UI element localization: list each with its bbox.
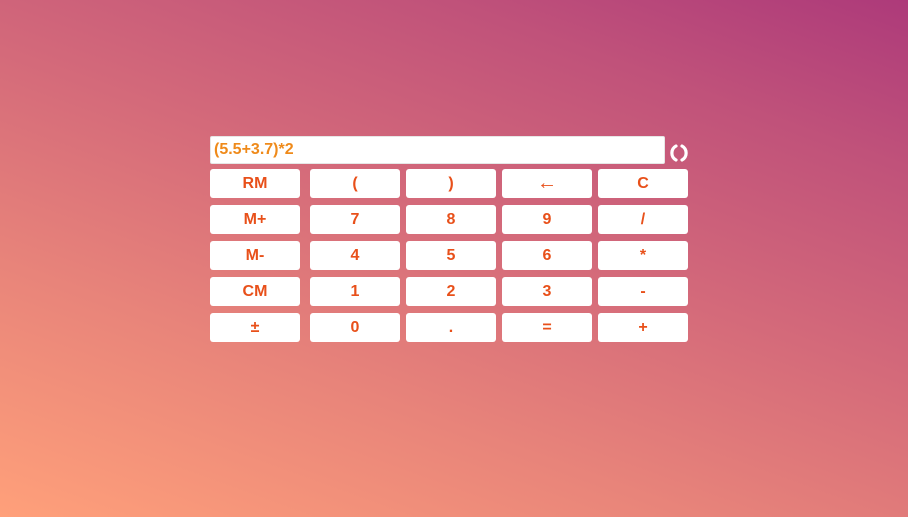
key-3[interactable]: 3	[502, 277, 592, 306]
calculator: RM ( ) ← C M+ 7 8 9 / M- 4 5 6 * CM 1 2 …	[210, 136, 688, 342]
key-clear[interactable]: C	[598, 169, 688, 198]
expression-display[interactable]	[210, 136, 665, 164]
key-8[interactable]: 8	[406, 205, 496, 234]
display-row	[210, 136, 688, 166]
key-4[interactable]: 4	[310, 241, 400, 270]
key-plus-minus[interactable]: ±	[210, 313, 300, 342]
key-memory-add[interactable]: M+	[210, 205, 300, 234]
key-6[interactable]: 6	[502, 241, 592, 270]
key-close-paren[interactable]: )	[406, 169, 496, 198]
key-multiply[interactable]: *	[598, 241, 688, 270]
key-5[interactable]: 5	[406, 241, 496, 270]
key-decimal[interactable]: .	[406, 313, 496, 342]
key-clear-memory[interactable]: CM	[210, 277, 300, 306]
key-2[interactable]: 2	[406, 277, 496, 306]
key-memory-subtract[interactable]: M-	[210, 241, 300, 270]
refresh-icon[interactable]	[668, 142, 690, 164]
key-0[interactable]: 0	[310, 313, 400, 342]
key-equals[interactable]: =	[502, 313, 592, 342]
key-recall-memory[interactable]: RM	[210, 169, 300, 198]
key-add[interactable]: +	[598, 313, 688, 342]
key-subtract[interactable]: -	[598, 277, 688, 306]
key-7[interactable]: 7	[310, 205, 400, 234]
key-1[interactable]: 1	[310, 277, 400, 306]
key-backspace[interactable]: ←	[502, 169, 592, 198]
key-9[interactable]: 9	[502, 205, 592, 234]
key-divide[interactable]: /	[598, 205, 688, 234]
key-open-paren[interactable]: (	[310, 169, 400, 198]
